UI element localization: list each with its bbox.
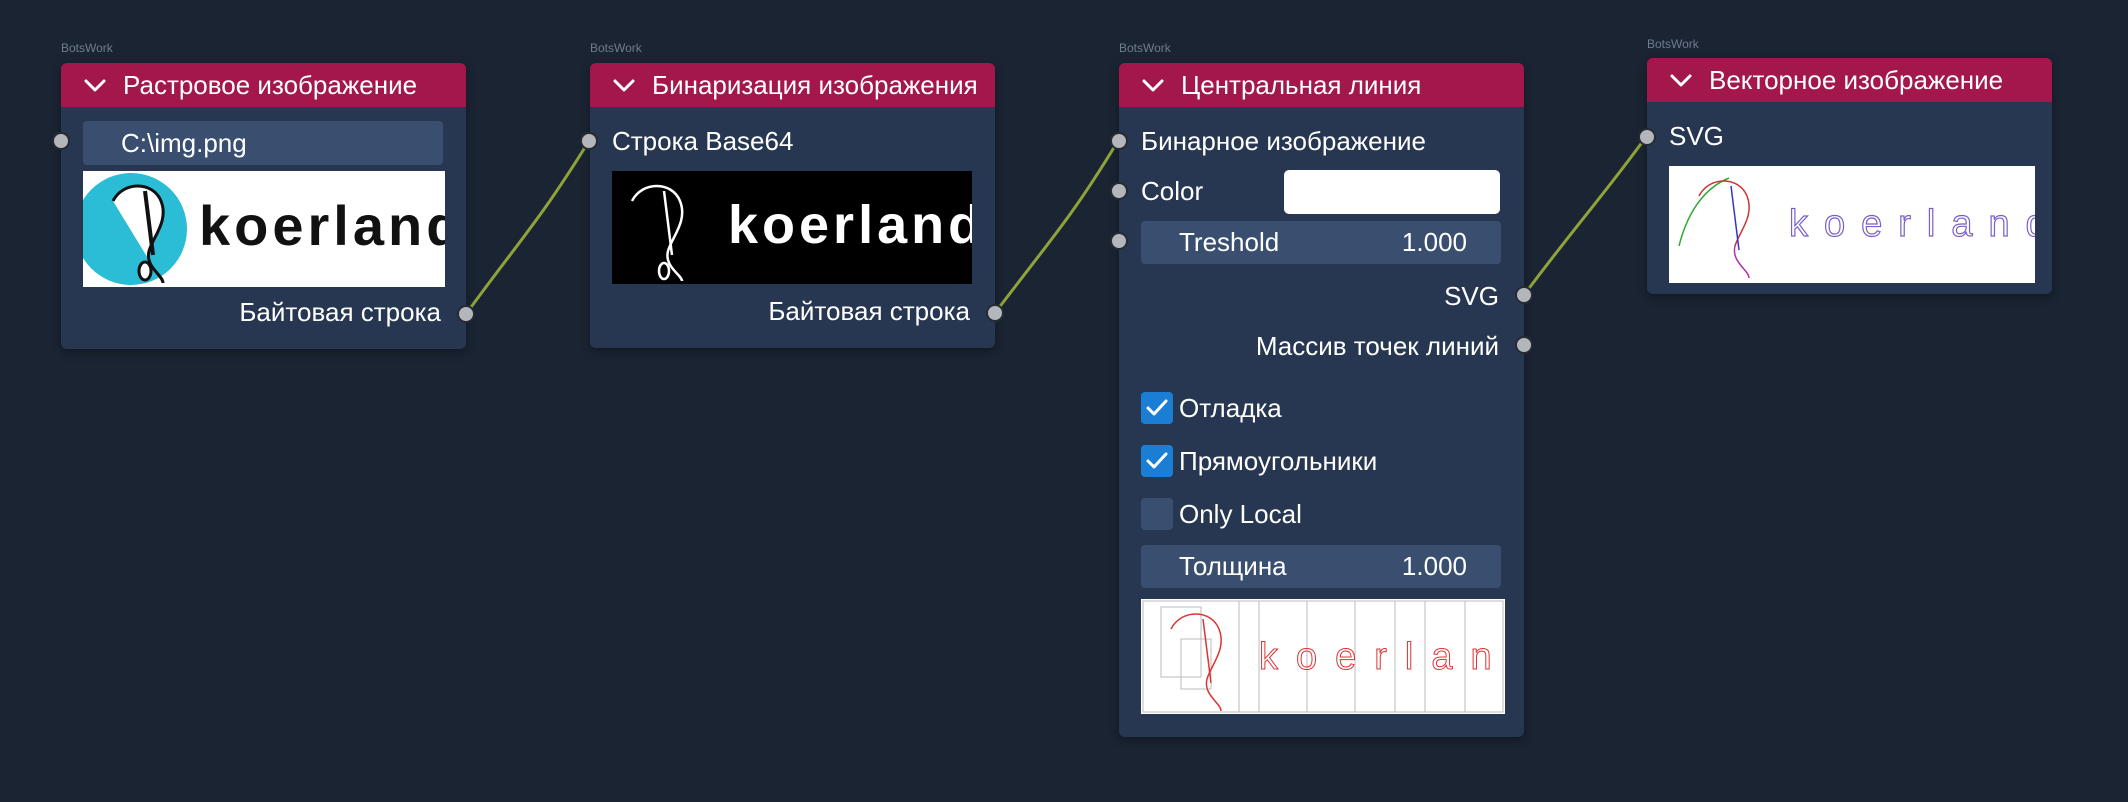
output-label: Байтовая строка bbox=[768, 296, 970, 326]
debug-image-preview: koerland bbox=[1141, 599, 1505, 714]
node-header[interactable]: Векторное изображение bbox=[1647, 58, 2052, 102]
input-label: Строка Base64 bbox=[612, 126, 794, 156]
binary-image-input-label: Бинарное изображение bbox=[1141, 126, 1426, 156]
raster-image-preview: koerland bbox=[83, 171, 445, 287]
output-socket[interactable] bbox=[457, 305, 475, 323]
treshold-value: 1.000 bbox=[1401, 227, 1467, 257]
binary-image-input-socket[interactable] bbox=[1110, 132, 1128, 150]
debug-checkbox[interactable] bbox=[1141, 392, 1173, 424]
raster-image-node[interactable]: Растровое изображение C:\img.png koerlan… bbox=[61, 63, 466, 349]
vector-image-preview: koerland bbox=[1669, 166, 2035, 283]
raster-image-text: koerland bbox=[199, 194, 445, 257]
thickness-label: Толщина bbox=[1179, 551, 1287, 581]
node-title: Векторное изображение bbox=[1709, 64, 2004, 95]
treshold-field[interactable]: Treshold 1.000 bbox=[1141, 221, 1501, 264]
chevron-down-icon[interactable] bbox=[612, 73, 636, 97]
output-socket[interactable] bbox=[986, 304, 1004, 322]
debug-image-text: koerland bbox=[1259, 636, 1505, 678]
binarized-image-preview: koerland bbox=[612, 171, 972, 284]
binarized-image-text: koerland bbox=[728, 195, 972, 255]
treshold-input-socket[interactable] bbox=[1110, 232, 1128, 250]
treshold-label: Treshold bbox=[1179, 227, 1280, 257]
wire-centerline-to-vector[interactable] bbox=[1522, 136, 1648, 296]
check-icon bbox=[1146, 452, 1168, 469]
vector-image-node[interactable]: Векторное изображение SVG koerland bbox=[1647, 58, 2052, 294]
node-brand-tag: BotsWork bbox=[61, 41, 113, 55]
file-path-value: C:\img.png bbox=[121, 127, 247, 158]
only-local-checkbox[interactable] bbox=[1141, 498, 1173, 530]
rectangles-label: Прямоугольники bbox=[1179, 446, 1378, 476]
color-picker[interactable] bbox=[1284, 170, 1500, 214]
wire-raster-to-binarize[interactable] bbox=[464, 140, 591, 315]
binarize-image-node[interactable]: Бинаризация изображения Строка Base64 ko… bbox=[590, 63, 995, 348]
chevron-down-icon[interactable] bbox=[1669, 68, 1693, 92]
debug-label: Отладка bbox=[1179, 393, 1282, 423]
thickness-value: 1.000 bbox=[1401, 551, 1467, 581]
vector-image-text: koerland bbox=[1789, 203, 2035, 245]
dog-logo-image: koerland bbox=[630, 184, 972, 282]
node-brand-tag: BotsWork bbox=[1647, 37, 1699, 51]
thickness-field[interactable]: Толщина 1.000 bbox=[1141, 545, 1501, 588]
input-socket[interactable] bbox=[580, 132, 598, 150]
points-output-label: Массив точек линий bbox=[1255, 331, 1499, 361]
node-header[interactable]: Растровое изображение bbox=[61, 63, 466, 107]
output-label: Байтовая строка bbox=[239, 297, 441, 327]
node-header[interactable]: Бинаризация изображения bbox=[590, 63, 995, 107]
file-path-field[interactable]: C:\img.png bbox=[83, 121, 443, 165]
node-header[interactable]: Центральная линия bbox=[1119, 63, 1524, 107]
svg-output-socket[interactable] bbox=[1515, 286, 1533, 304]
node-brand-tag: BotsWork bbox=[590, 41, 642, 55]
rectangles-checkbox[interactable] bbox=[1141, 445, 1173, 477]
node-title: Центральная линия bbox=[1181, 69, 1422, 100]
chevron-down-icon[interactable] bbox=[83, 73, 107, 97]
dog-logo-image: koerland bbox=[83, 173, 445, 285]
node-brand-tag: BotsWork bbox=[1119, 41, 1171, 55]
debug-rectangles-image: koerland bbox=[1142, 600, 1505, 713]
color-label: Color bbox=[1141, 176, 1204, 206]
centerline-node[interactable]: Центральная линия Бинарное изображение C… bbox=[1119, 63, 1524, 737]
svg-output-label: SVG bbox=[1444, 281, 1499, 311]
check-icon bbox=[1146, 399, 1168, 416]
chevron-down-icon[interactable] bbox=[1141, 73, 1165, 97]
node-title: Бинаризация изображения bbox=[652, 69, 978, 100]
svg-input-socket[interactable] bbox=[1638, 128, 1656, 146]
points-output-socket[interactable] bbox=[1515, 336, 1533, 354]
wire-binarize-to-centerline[interactable] bbox=[993, 140, 1120, 314]
only-local-label: Only Local bbox=[1179, 499, 1302, 529]
input-socket[interactable] bbox=[52, 132, 70, 150]
vector-logo-image: koerland bbox=[1678, 177, 2035, 279]
svg-input-label: SVG bbox=[1669, 121, 1724, 151]
color-input-socket[interactable] bbox=[1110, 182, 1128, 200]
node-title: Растровое изображение bbox=[123, 69, 418, 100]
